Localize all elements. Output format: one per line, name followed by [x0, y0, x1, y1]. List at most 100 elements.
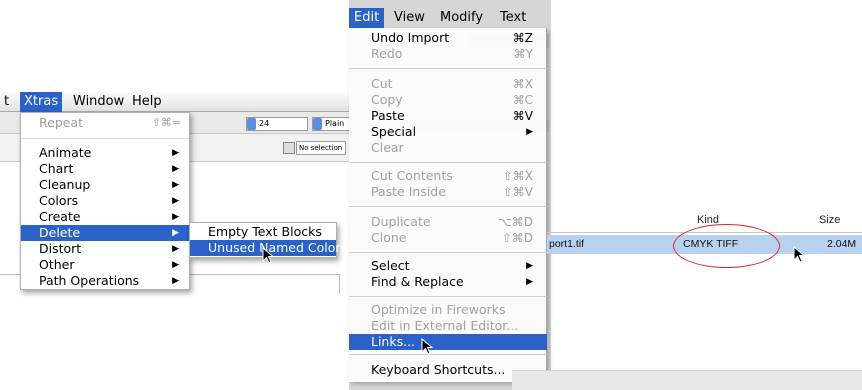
xtras-dropdown-menu: Repeat ⇧⌘= Animate ▶ Chart ▶ Cleanup ▶ Colo… [20, 112, 190, 290]
menu-item-label: Colors [39, 193, 79, 208]
menu-item-cut-contents[interactable]: Cut Contents ⇧⌘X [349, 168, 547, 184]
annotation-ellipse [673, 224, 780, 268]
file-name-cell: port1.tif [549, 238, 585, 250]
menu-separator [349, 162, 547, 163]
menu-title-view[interactable]: View [389, 8, 430, 28]
submenu-arrow-icon: ▶ [172, 164, 179, 174]
menu-item-label: Find & Replace [371, 274, 464, 289]
submenu-arrow-icon: ▶ [172, 260, 179, 270]
mouse-pointer-icon [421, 338, 434, 355]
selection-field: No selection [296, 141, 346, 155]
menu-item-clear[interactable]: Clear [349, 140, 547, 156]
submenu-arrow-icon: ▶ [172, 244, 179, 254]
shortcut-label: ⇧⌘V [502, 185, 533, 199]
shortcut-label: ⇧⌘= [151, 116, 181, 129]
menu-item-undo-import[interactable]: Undo Import ⌘Z [349, 30, 547, 46]
shortcut-label: ⌘C [512, 93, 533, 107]
menu-title-modify[interactable]: Modify [435, 8, 488, 28]
dialog-bottom-strip [512, 370, 862, 390]
menu-title-xtras[interactable]: Xtras [20, 92, 63, 112]
menu-item-label: Paste Inside [371, 184, 446, 199]
menu-item-select[interactable]: Select ▶ [349, 258, 547, 274]
color-swatch[interactable] [283, 142, 295, 154]
menu-title-edit[interactable]: Edit [349, 8, 385, 28]
menu-title-window[interactable]: Window [69, 92, 128, 112]
menu-item-label: Cut [371, 76, 393, 91]
font-style-stepper-icon[interactable] [313, 118, 322, 130]
xtras-menu-screenshot: t Xtras Window Help 24 Plain No selectio… [0, 92, 352, 294]
menu-item-duplicate[interactable]: Duplicate ⌥⌘D [349, 214, 547, 230]
menu-item-label: Distort [39, 241, 82, 256]
menu-item-animate[interactable]: Animate ▶ [21, 145, 189, 161]
shortcut-label: ⌘X [512, 77, 533, 91]
menu-separator [349, 68, 547, 69]
menu-item-links[interactable]: Links... [349, 334, 547, 350]
menu-item-label: Animate [39, 145, 92, 160]
menu-item-chart[interactable]: Chart ▶ [21, 161, 189, 177]
menu-item-label: Special [371, 124, 417, 139]
menu-bar: t Xtras Window Help [0, 92, 352, 112]
menu-item-label: Paste [371, 108, 405, 123]
font-size-stepper-icon[interactable] [247, 118, 256, 130]
menu-item-clone[interactable]: Clone ⇧⌘D [349, 230, 547, 246]
font-style-field[interactable]: Plain [312, 117, 352, 131]
shortcut-label: ⌘Y [513, 47, 533, 61]
menu-item-paste-inside[interactable]: Paste Inside ⇧⌘V [349, 184, 547, 200]
menu-separator [349, 206, 547, 207]
menu-item-label: Links... [371, 334, 416, 349]
menu-item-label: Select [371, 258, 410, 273]
column-header-size[interactable]: Size [819, 214, 840, 226]
menu-item-delete[interactable]: Delete ▶ [21, 225, 189, 241]
font-size-field[interactable]: 24 [246, 117, 308, 131]
submenu-arrow-icon: ▶ [526, 261, 533, 271]
menu-item-label: Cleanup [39, 177, 91, 192]
menu-item-edit-in-external-editor[interactable]: Edit in External Editor... [349, 318, 547, 334]
menu-title-text[interactable]: t [0, 92, 13, 112]
menu-item-label: Clear [371, 140, 404, 155]
menu-item-label: Repeat [39, 115, 84, 130]
menu-item-redo[interactable]: Redo ⌘Y [349, 46, 547, 62]
menu-item-empty-text-blocks[interactable]: Empty Text Blocks [190, 224, 336, 240]
font-size-value: 24 [259, 119, 270, 128]
shortcut-label: ⌥⌘D [497, 215, 533, 229]
menu-title-help[interactable]: Help [128, 92, 166, 112]
menu-item-label: Undo Import [371, 30, 450, 45]
menu-item-label: Keyboard Shortcuts... [371, 362, 506, 377]
menu-separator [21, 138, 189, 139]
edit-dropdown-menu: Undo Import ⌘Z Redo ⌘Y Cut ⌘X Copy ⌘C Paste ⌘… [349, 28, 547, 382]
menu-item-repeat[interactable]: Repeat ⇧⌘= [21, 115, 189, 131]
mouse-pointer-icon [262, 247, 275, 264]
menu-item-label: Copy [371, 92, 403, 107]
menu-item-optimize-in-fireworks[interactable]: Optimize in Fireworks [349, 302, 547, 318]
menu-item-find-replace[interactable]: Find & Replace ▶ [349, 274, 547, 290]
menu-item-copy[interactable]: Copy ⌘C [349, 92, 547, 108]
menu-item-special[interactable]: Special ▶ [349, 124, 547, 140]
menu-item-path-operations[interactable]: Path Operations ▶ [21, 273, 189, 289]
menu-item-label: Delete [39, 225, 81, 240]
menu-item-label: Edit in External Editor... [371, 318, 519, 333]
shortcut-label: ⌘V [512, 109, 533, 123]
menu-item-label: Path Operations [39, 273, 140, 288]
menu-separator [349, 252, 547, 253]
menu-item-cleanup[interactable]: Cleanup ▶ [21, 177, 189, 193]
menu-title-text[interactable]: Text [495, 8, 531, 28]
menu-separator [349, 296, 547, 297]
menu-item-colors[interactable]: Colors ▶ [21, 193, 189, 209]
shortcut-label: ⇧⌘X [502, 169, 533, 183]
menu-item-create[interactable]: Create ▶ [21, 209, 189, 225]
submenu-arrow-icon: ▶ [526, 277, 533, 287]
mouse-pointer-icon [793, 246, 806, 263]
menu-item-label: Create [39, 209, 81, 224]
shortcut-label: ⇧⌘D [501, 231, 533, 245]
menu-item-label: Cut Contents [371, 168, 453, 183]
menu-item-label: Clone [371, 230, 407, 245]
menu-item-label: Optimize in Fireworks [371, 302, 506, 317]
menu-item-paste[interactable]: Paste ⌘V [349, 108, 547, 124]
menu-item-cut[interactable]: Cut ⌘X [349, 76, 547, 92]
submenu-arrow-icon: ▶ [172, 148, 179, 158]
menu-item-label: Chart [39, 161, 74, 176]
menu-item-distort[interactable]: Distort ▶ [21, 241, 189, 257]
menu-separator [349, 354, 547, 355]
menu-item-other[interactable]: Other ▶ [21, 257, 189, 273]
submenu-arrow-icon: ▶ [172, 180, 179, 190]
